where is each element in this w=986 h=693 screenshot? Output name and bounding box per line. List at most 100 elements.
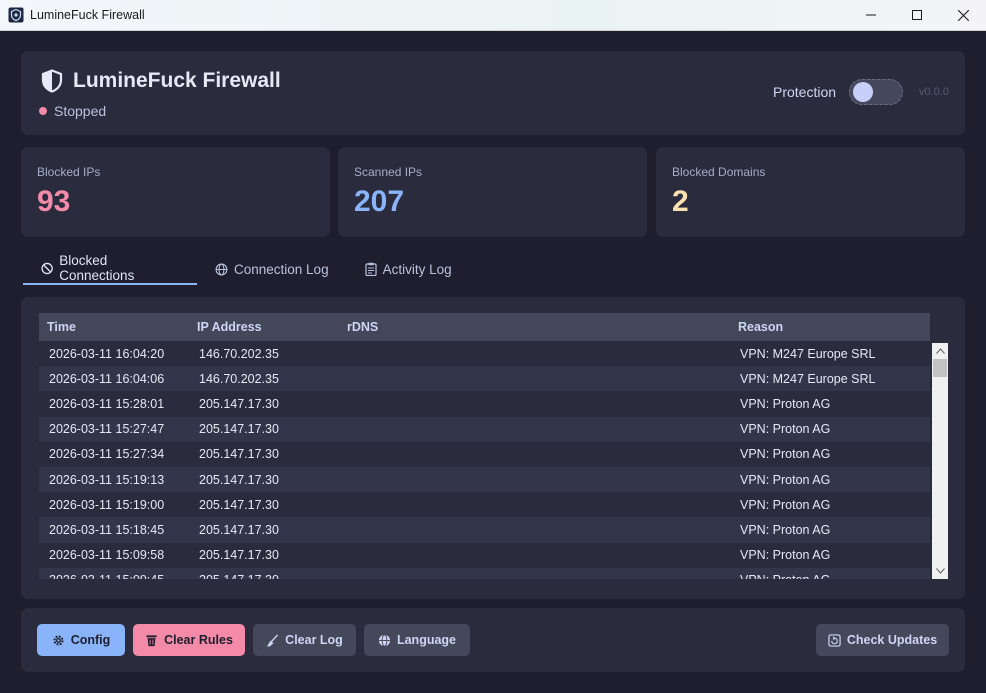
cell-time: 2026-03-11 15:09:45 [39, 573, 189, 579]
tab-label: Blocked Connections [59, 253, 135, 283]
scroll-up-arrow[interactable] [932, 343, 948, 359]
check-updates-button[interactable]: Check Updates [816, 624, 949, 656]
header-card: LumineFuck Firewall Stopped Protection v… [21, 51, 965, 135]
globe-icon [378, 633, 391, 647]
stat-label: Blocked IPs [37, 165, 101, 179]
cell-ip: 205.147.17.30 [199, 548, 279, 563]
table-row[interactable]: 2026-03-11 16:04:06 146.70.202.35 VPN: M24… [39, 366, 930, 392]
cell-ip: 205.147.17.30 [199, 497, 279, 512]
clear-rules-button[interactable]: Clear Rules [133, 624, 245, 656]
table-row[interactable]: 2026-03-11 15:27:47 205.147.17.30 VPN: Pro… [39, 416, 930, 442]
cell-time: 2026-03-11 16:04:20 [49, 346, 165, 361]
cell-ip: 205.147.17.30 [199, 447, 279, 462]
tab-label: Connection Log [234, 261, 329, 277]
cell-ip: 205.147.17.30 [199, 472, 279, 487]
tab-connection-log[interactable]: Connection Log [197, 253, 347, 285]
window-title: LumineFuck Firewall [30, 8, 145, 22]
status-indicator: Stopped [39, 103, 106, 119]
table-row[interactable]: 2026-03-11 15:09:45205.147.17.30 VPN: Pro… [39, 567, 930, 579]
cell-reason: VPN: Proton AG [740, 472, 831, 487]
update-icon [828, 633, 841, 647]
table-row[interactable]: 2026-03-11 15:19:00 205.147.17.30 VPN: Pro… [39, 492, 930, 517]
tab-bar: Blocked Connections Connection Log Activ… [23, 253, 470, 287]
cell-ip: 146.70.202.35 [199, 346, 279, 361]
table-scrollbar[interactable] [932, 343, 948, 579]
stat-scanned-ips: Scanned IPs 207 [338, 147, 647, 237]
tab-activity-log[interactable]: Activity Log [347, 253, 470, 285]
column-header-time[interactable]: Time [39, 320, 189, 334]
cell-ip: 205.147.17.30 [189, 573, 339, 579]
config-button[interactable]: Config [37, 624, 125, 656]
table-body: 2026-03-11 16:04:20 146.70.202.35 VPN: M24… [39, 341, 930, 579]
stat-label: Blocked Domains [672, 165, 766, 179]
scroll-thumb[interactable] [933, 359, 947, 377]
protection-toggle[interactable] [849, 79, 904, 105]
cell-ip: 205.147.17.30 [199, 396, 279, 411]
column-header-ip[interactable]: IP Address [189, 320, 339, 334]
brand: LumineFuck Firewall [41, 69, 281, 93]
cell-reason: VPN: Proton AG [740, 422, 831, 437]
minimize-icon [866, 14, 876, 16]
close-icon [957, 9, 969, 21]
title-bar: LumineFuck Firewall [0, 0, 986, 31]
cell-reason: VPN: Proton AG [740, 497, 831, 512]
maximize-icon [912, 10, 922, 20]
broom-icon [267, 633, 279, 647]
shield-icon [41, 69, 63, 93]
blocked-connections-table: Time IP Address rDNS Reason 2026-03-11 1… [39, 313, 948, 583]
cell-ip: 205.147.17.30 [199, 522, 279, 537]
blocked-icon [41, 262, 53, 274]
cell-time: 2026-03-11 15:19:00 [49, 497, 165, 512]
column-header-reason[interactable]: Reason [730, 320, 930, 334]
column-header-rdns[interactable]: rDNS [339, 320, 730, 334]
cell-time: 2026-03-11 15:27:34 [49, 447, 165, 462]
button-label: Language [396, 633, 457, 647]
protection-control: Protection v0.0.0 [773, 79, 949, 105]
button-label: Config [70, 633, 111, 647]
gear-icon [53, 634, 64, 646]
button-label: Clear Log [285, 633, 343, 647]
app-shield-icon [8, 7, 24, 23]
cell-reason: VPN: Proton AG [730, 573, 930, 579]
chevron-up-icon [935, 348, 945, 354]
protection-label: Protection [772, 84, 837, 100]
cell-time: 2026-03-11 15:27:47 [49, 422, 165, 437]
table-row[interactable]: 2026-03-11 15:28:01 205.147.17.30 VPN: Pro… [39, 391, 930, 416]
cell-reason: VPN: Proton AG [740, 522, 831, 537]
app-name: LumineFuck Firewall [73, 69, 281, 92]
cell-ip: 205.147.17.30 [199, 422, 279, 437]
button-label: Clear Rules [164, 633, 233, 647]
language-button[interactable]: Language [364, 624, 470, 656]
cell-reason: VPN: Proton AG [740, 548, 831, 563]
cell-reason: VPN: Proton AG [740, 396, 831, 411]
stat-value: 2 [672, 185, 689, 218]
minimize-button[interactable] [848, 0, 894, 31]
cell-time: 2026-03-11 15:28:01 [49, 396, 165, 411]
globe-icon [215, 263, 228, 275]
maximize-button[interactable] [894, 0, 940, 31]
tab-label: Activity Log [382, 261, 452, 277]
cell-reason: VPN: Proton AG [740, 447, 831, 462]
cell-time: 2026-03-11 15:19:13 [49, 472, 165, 487]
close-button[interactable] [940, 0, 986, 31]
table-row[interactable]: 2026-03-11 16:04:20 146.70.202.35 VPN: M24… [39, 341, 930, 366]
tab-blocked-connections[interactable]: Blocked Connections [23, 253, 197, 285]
cell-reason: VPN: M247 Europe SRL [740, 371, 876, 386]
window-body: LumineFuck Firewall Stopped Protection v… [1, 31, 985, 692]
scroll-down-arrow[interactable] [932, 563, 948, 579]
table-row[interactable]: 2026-03-11 15:27:34 205.147.17.30 VPN: Pro… [39, 442, 930, 467]
button-label: Check Updates [846, 633, 938, 647]
status-dot [39, 107, 47, 115]
stat-value: 93 [37, 185, 71, 218]
stat-blocked-ips: Blocked IPs 93 [21, 147, 330, 237]
cell-ip: 146.70.202.35 [199, 371, 279, 386]
table-row[interactable]: 2026-03-11 15:19:13 205.147.17.30 VPN: Pro… [39, 466, 930, 493]
blocked-connections-panel: Time IP Address rDNS Reason 2026-03-11 1… [21, 297, 965, 599]
table-row[interactable]: 2026-03-11 15:18:45 205.147.17.30 VPN: Pro… [39, 517, 930, 543]
status-text: Stopped [54, 103, 107, 119]
table-row[interactable]: 2026-03-11 15:09:58 205.147.17.30 VPN: Pro… [39, 543, 930, 568]
clipboard-icon [364, 262, 377, 276]
clear-log-button[interactable]: Clear Log [253, 624, 356, 656]
chevron-down-icon [935, 568, 945, 574]
cell-time: 2026-03-11 15:09:58 [49, 548, 165, 563]
